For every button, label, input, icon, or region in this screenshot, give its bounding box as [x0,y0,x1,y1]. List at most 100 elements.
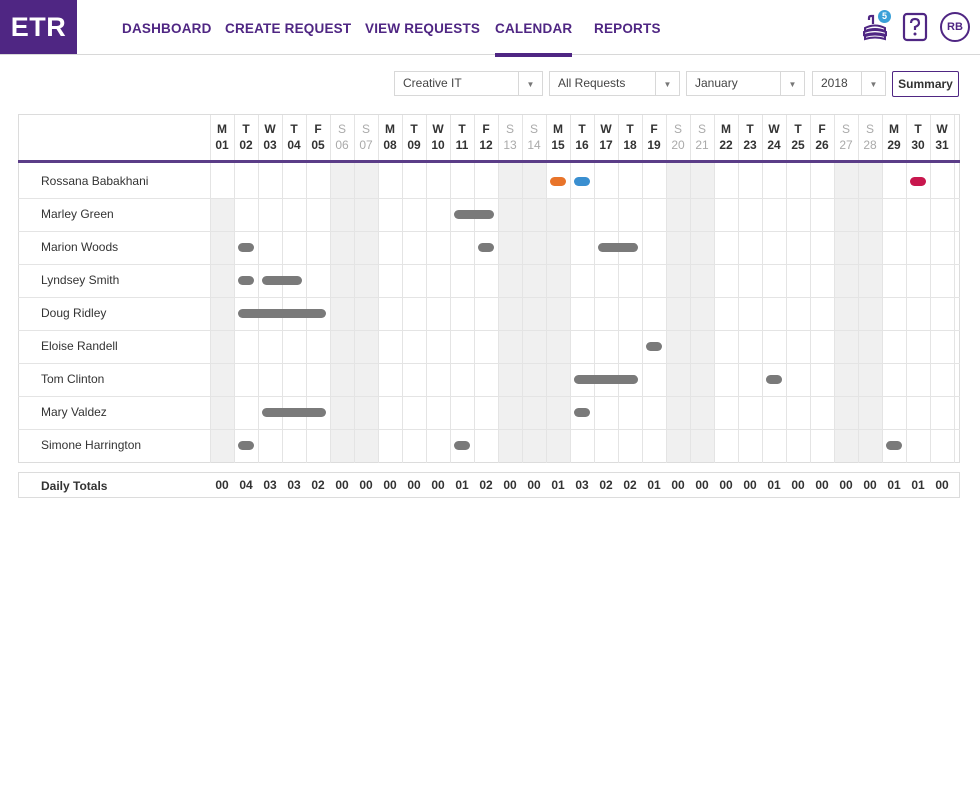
day-header[interactable]: T 02 [234,115,258,160]
leave-request-bar[interactable] [238,243,254,252]
nav-create-request[interactable]: CREATE REQUEST [225,0,351,55]
day-header[interactable]: S 06 [330,115,354,160]
day-header[interactable]: M 01 [210,115,234,160]
day-header[interactable]: W 31 [930,115,954,160]
leave-request-bar[interactable] [910,177,926,186]
daily-total-value: 01 [647,478,661,492]
nav-reports[interactable]: REPORTS [594,0,661,55]
day-header[interactable]: M 15 [546,115,570,160]
day-header[interactable]: S 14 [522,115,546,160]
daily-total-value: 00 [671,478,685,492]
daily-total-value: 00 [743,478,757,492]
day-header[interactable]: F 19 [642,115,666,160]
leave-request-bar[interactable] [454,210,494,219]
nav-calendar[interactable]: CALENDAR [495,0,573,57]
day-header[interactable]: T 09 [402,115,426,160]
employee-name[interactable]: Marley Green [41,207,114,221]
grid-column-line [786,115,787,463]
day-date: 09 [407,138,421,152]
leave-request-bar[interactable] [550,177,566,186]
day-header[interactable]: S 20 [666,115,690,160]
day-header[interactable]: F 26 [810,115,834,160]
day-of-week: T [458,122,466,136]
leave-request-bar[interactable] [598,243,638,252]
day-header[interactable]: S 13 [498,115,522,160]
employee-name[interactable]: Lyndsey Smith [41,273,119,287]
grid-column-line [426,115,427,463]
grid-column-line [858,115,859,463]
employee-name[interactable]: Rossana Babakhani [41,174,148,188]
leave-request-bar[interactable] [262,408,326,417]
day-header[interactable]: S 28 [858,115,882,160]
daily-total-value: 00 [791,478,805,492]
day-header[interactable]: W 10 [426,115,450,160]
user-avatar[interactable]: RB [940,12,970,42]
day-header[interactable]: W 03 [258,115,282,160]
day-date: 21 [695,138,709,152]
leave-request-bar[interactable] [574,408,590,417]
day-header[interactable]: T 30 [906,115,930,160]
daily-total-value: 00 [695,478,709,492]
employee-name[interactable]: Simone Harrington [41,438,141,452]
help-icon[interactable] [902,12,928,42]
request-type-select[interactable]: All Requests ▼ [549,71,680,96]
employee-name[interactable]: Tom Clinton [41,372,104,386]
year-select[interactable]: 2018 ▼ [812,71,886,96]
employee-name[interactable]: Doug Ridley [41,306,106,320]
day-date: 16 [575,138,589,152]
employee-name[interactable]: Eloise Randell [41,339,118,353]
daily-total-value: 01 [911,478,925,492]
day-of-week: T [914,122,922,136]
leave-request-bar[interactable] [238,309,326,318]
day-header[interactable]: T 16 [570,115,594,160]
month-select[interactable]: January ▼ [686,71,805,96]
day-header[interactable]: T 23 [738,115,762,160]
leave-request-bar[interactable] [238,276,254,285]
leave-request-bar[interactable] [766,375,782,384]
day-header[interactable]: F 12 [474,115,498,160]
grid-row-line [18,297,960,298]
grid-column-line [594,115,595,463]
leave-request-bar[interactable] [262,276,302,285]
day-of-week: T [626,122,634,136]
day-header[interactable]: M 29 [882,115,906,160]
summary-button[interactable]: Summary [892,71,959,97]
employee-name[interactable]: Marion Woods [41,240,118,254]
day-of-week: T [794,122,802,136]
leave-request-bar[interactable] [646,342,662,351]
day-header[interactable]: W 17 [594,115,618,160]
daily-total-value: 00 [503,478,517,492]
leave-request-bar[interactable] [238,441,254,450]
day-of-week: W [600,122,612,136]
header-divider [18,160,960,163]
day-header[interactable]: S 07 [354,115,378,160]
leave-request-bar[interactable] [454,441,470,450]
leave-request-bar[interactable] [886,441,902,450]
nav-view-requests[interactable]: VIEW REQUESTS [365,0,480,55]
day-header[interactable]: S 21 [690,115,714,160]
nav-dashboard[interactable]: DASHBOARD [122,0,212,55]
department-select[interactable]: Creative IT ▼ [394,71,543,96]
department-value: Creative IT [403,76,462,90]
day-header[interactable]: T 18 [618,115,642,160]
blocked-cell [210,396,234,429]
day-header[interactable]: T 04 [282,115,306,160]
employee-name[interactable]: Mary Valdez [41,405,107,419]
day-of-week: S [505,122,514,136]
day-header[interactable]: T 25 [786,115,810,160]
day-header[interactable]: M 08 [378,115,402,160]
leave-request-bar[interactable] [478,243,494,252]
day-date: 01 [215,138,229,152]
day-of-week: S [337,122,346,136]
leave-request-bar[interactable] [574,375,638,384]
day-date: 02 [239,138,253,152]
app-logo[interactable]: ETR [0,0,77,54]
day-header[interactable]: S 27 [834,115,858,160]
day-header[interactable]: M 22 [714,115,738,160]
day-header[interactable]: T 11 [450,115,474,160]
grid-column-line [354,115,355,463]
calendar-grid [18,114,960,463]
day-header[interactable]: W 24 [762,115,786,160]
day-header[interactable]: F 05 [306,115,330,160]
leave-request-bar[interactable] [574,177,590,186]
